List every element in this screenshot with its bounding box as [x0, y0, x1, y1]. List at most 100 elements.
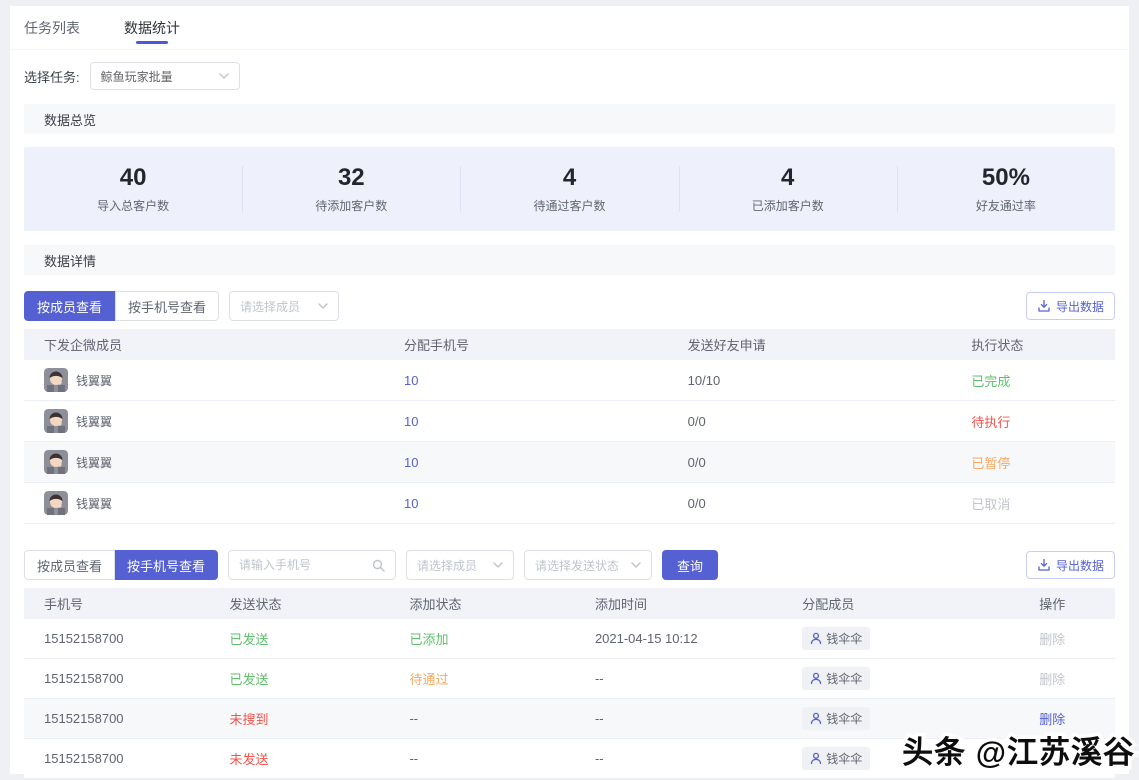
table-row: 15152158700 已发送 待通过 -- 钱伞伞 删除 [24, 659, 1115, 699]
stat-added: 4 已添加客户数 [679, 164, 897, 214]
add-time: 2021-04-15 10:12 [575, 631, 782, 646]
details-title: 数据详情 [44, 251, 96, 270]
member-avatar [44, 491, 68, 515]
member-select-placeholder: 请选择成员 [417, 557, 477, 574]
member-name: 钱翼翼 [76, 413, 112, 430]
member-name: 钱翼翼 [76, 372, 112, 389]
column-header: 发送好友申请 [668, 335, 952, 354]
send-status-placeholder: 请选择发送状态 [535, 557, 619, 574]
member-select[interactable]: 请选择成员 [229, 291, 339, 321]
table-row: 钱翼翼 10 0/0 已取消 [24, 483, 1115, 524]
member-tag: 钱伞伞 [802, 627, 870, 650]
view-by-phone-button[interactable]: 按手机号查看 [115, 291, 219, 321]
column-header: 发送状态 [209, 594, 389, 613]
friend-request-count: 0/0 [668, 455, 952, 470]
phone-number: 15152158700 [24, 631, 209, 646]
task-select[interactable]: 鲸鱼玩家批量 [90, 62, 240, 90]
export-data-button[interactable]: 导出数据 [1026, 292, 1115, 320]
tab-data-stats[interactable]: 数据统计 [124, 6, 180, 50]
member-name: 钱翼翼 [76, 454, 112, 471]
phone-number: 15152158700 [24, 671, 209, 686]
add-status-badge: -- [409, 711, 418, 726]
phone-count-link[interactable]: 10 [404, 414, 418, 429]
column-header: 执行状态 [951, 335, 1115, 354]
task-select-label: 选择任务: [24, 67, 80, 86]
query-button[interactable]: 查询 [662, 550, 718, 580]
member-tag-label: 钱伞伞 [826, 630, 862, 647]
view-by-member-button[interactable]: 按成员查看 [24, 550, 115, 580]
member-select[interactable]: 请选择成员 [406, 550, 514, 580]
tab-task-list[interactable]: 任务列表 [24, 6, 80, 50]
add-time: -- [575, 671, 782, 686]
member-name: 钱翼翼 [76, 495, 112, 512]
status-badge: 已暂停 [971, 456, 1010, 471]
phone-search-input[interactable] [239, 558, 372, 572]
member-table: 下发企微成员 分配手机号 发送好友申请 执行状态 钱翼翼 10 10/10 已完… [24, 329, 1115, 524]
export-label: 导出数据 [1056, 298, 1104, 315]
chevron-down-icon [318, 303, 328, 309]
status-badge: 已完成 [971, 374, 1010, 389]
send-status-badge: 未发送 [229, 752, 268, 767]
export-label: 导出数据 [1056, 557, 1104, 574]
details-section-header: 数据详情 [24, 245, 1115, 275]
watermark: 头条 @江苏溪谷 [902, 727, 1135, 772]
table-row: 钱翼翼 10 0/0 已暂停 [24, 442, 1115, 483]
phone-count-link[interactable]: 10 [404, 455, 418, 470]
main-panel: 任务列表 数据统计 选择任务: 鲸鱼玩家批量 数据总览 40 导入总客户数 32… [10, 6, 1129, 774]
send-status-badge: 已发送 [229, 672, 268, 687]
phone-filter-row: 按成员查看 按手机号查看 请选择成员 请选择发送状态 查询 导出数据 [10, 550, 1129, 580]
member-avatar [44, 450, 68, 474]
phone-count-link[interactable]: 10 [404, 496, 418, 511]
friend-request-count: 0/0 [668, 496, 952, 511]
delete-link[interactable]: 删除 [1039, 712, 1065, 727]
table-row: 15152158700 已发送 已添加 2021-04-15 10:12 钱伞伞… [24, 619, 1115, 659]
friend-request-count: 10/10 [668, 373, 952, 388]
delete-link[interactable]: 删除 [1039, 672, 1065, 687]
person-icon [810, 632, 822, 645]
download-icon [1037, 299, 1051, 313]
view-by-member-button[interactable]: 按成员查看 [24, 291, 115, 321]
stat-total-imported: 40 导入总客户数 [24, 164, 242, 214]
export-data-button[interactable]: 导出数据 [1026, 551, 1115, 579]
stat-value: 4 [460, 164, 678, 193]
person-icon [810, 672, 822, 685]
stat-value: 32 [242, 164, 460, 193]
stat-label: 好友通过率 [897, 197, 1115, 214]
column-header: 操作 [990, 594, 1115, 613]
stat-label: 导入总客户数 [24, 197, 242, 214]
add-status-badge: 已添加 [409, 632, 448, 647]
column-header: 分配成员 [782, 594, 989, 613]
add-status-badge: -- [409, 751, 418, 766]
send-status-badge: 未搜到 [229, 712, 268, 727]
table-row: 钱翼翼 10 10/10 已完成 [24, 360, 1115, 401]
chevron-down-icon [631, 562, 641, 568]
friend-request-count: 0/0 [668, 414, 952, 429]
column-header: 下发企微成员 [24, 335, 384, 354]
column-header: 手机号 [24, 594, 209, 613]
phone-count-link[interactable]: 10 [404, 373, 418, 388]
member-table-header: 下发企微成员 分配手机号 发送好友申请 执行状态 [24, 329, 1115, 360]
send-status-badge: 已发送 [229, 632, 268, 647]
task-select-value: 鲸鱼玩家批量 [101, 68, 173, 85]
stat-pending-add: 32 待添加客户数 [242, 164, 460, 214]
tab-bar: 任务列表 数据统计 [10, 6, 1129, 50]
send-status-select[interactable]: 请选择发送状态 [524, 550, 652, 580]
stat-value: 40 [24, 164, 242, 193]
search-icon [372, 559, 385, 572]
delete-link[interactable]: 删除 [1039, 632, 1065, 647]
chevron-down-icon [493, 562, 503, 568]
stat-pass-rate: 50% 好友通过率 [897, 164, 1115, 214]
add-time: -- [575, 711, 782, 726]
overview-section-header: 数据总览 [24, 104, 1115, 134]
column-header: 分配手机号 [384, 335, 668, 354]
stat-value: 50% [897, 164, 1115, 193]
member-tag: 钱伞伞 [802, 747, 870, 770]
column-header: 添加时间 [575, 594, 782, 613]
phone-table-header: 手机号 发送状态 添加状态 添加时间 分配成员 操作 [24, 588, 1115, 619]
task-select-row: 选择任务: 鲸鱼玩家批量 [10, 62, 1129, 90]
member-tag-label: 钱伞伞 [826, 710, 862, 727]
view-by-phone-button[interactable]: 按手机号查看 [115, 550, 218, 580]
stat-label: 已添加客户数 [679, 197, 897, 214]
status-badge: 待执行 [971, 415, 1010, 430]
stat-pending-approve: 4 待通过客户数 [460, 164, 678, 214]
